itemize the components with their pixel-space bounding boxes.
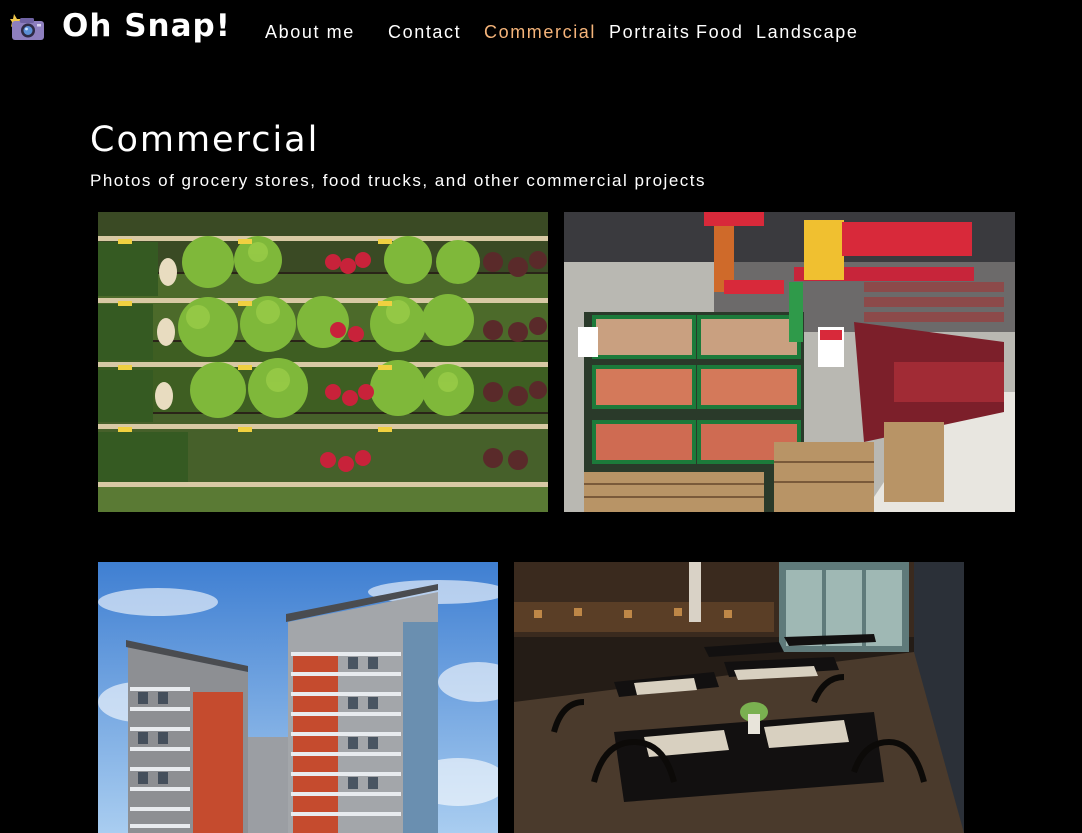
site-logo-text[interactable]: Oh Snap! [62,4,231,48]
nav-contact[interactable]: Contact [388,18,461,46]
photo-restaurant-interior[interactable] [514,562,964,833]
page-title: Commercial [90,120,320,160]
nav-food[interactable]: Food [696,18,743,46]
photo-produce-shelves[interactable] [98,212,548,512]
nav-about-me[interactable]: About me [265,18,355,46]
site-header: Oh Snap! About me Contact Commercial Por… [0,0,1082,62]
photo-supermarket-aisle[interactable] [564,212,1015,512]
page-subtitle: Photos of grocery stores, food trucks, a… [90,171,707,190]
nav-landscape[interactable]: Landscape [756,18,858,46]
photo-apartment-building[interactable] [98,562,498,833]
camera-icon[interactable] [10,12,46,42]
nav-commercial[interactable]: Commercial [484,18,596,46]
nav-portraits[interactable]: Portraits [609,18,690,46]
